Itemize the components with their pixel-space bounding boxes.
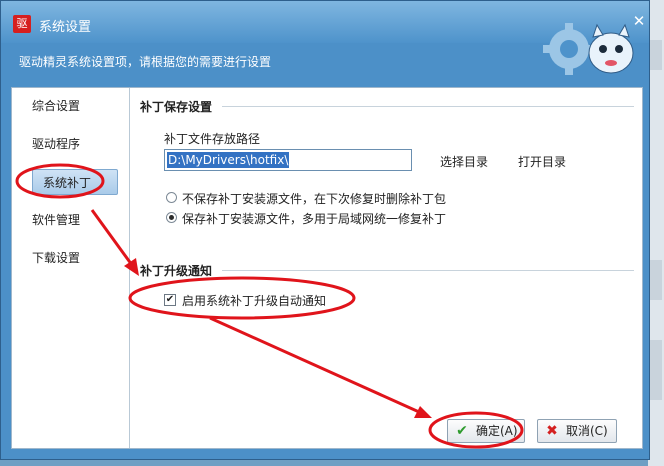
sidebar-item-software[interactable]: 软件管理 bbox=[32, 207, 122, 233]
path-label: 补丁文件存放路径 bbox=[164, 132, 261, 146]
sidebar-item-drivers[interactable]: 驱动程序 bbox=[32, 131, 122, 157]
notify-checkbox[interactable]: ✔ bbox=[164, 294, 176, 306]
radio-no-save[interactable] bbox=[166, 192, 177, 203]
sidebar-item-download[interactable]: 下载设置 bbox=[32, 245, 122, 271]
patch-path-value: D:\MyDrivers\hotfix\ bbox=[167, 152, 290, 168]
settings-sidebar: 综合设置 驱动程序 系统补丁 软件管理 下载设置 bbox=[12, 88, 130, 448]
notify-checkbox-label: 启用系统补丁升级自动通知 bbox=[182, 294, 327, 308]
section-divider bbox=[222, 106, 634, 107]
choose-directory-button[interactable]: 选择目录 bbox=[440, 153, 488, 170]
section-title-patch-save: 补丁保存设置 bbox=[140, 100, 213, 114]
desktop-background bbox=[648, 0, 664, 466]
desktop-block bbox=[650, 340, 662, 400]
cancel-button-label: 取消(C) bbox=[566, 424, 608, 438]
patch-path-field[interactable]: D:\MyDrivers\hotfix\ bbox=[164, 149, 412, 171]
radio-save[interactable] bbox=[166, 212, 177, 223]
cancel-button[interactable]: ✖ 取消(C) bbox=[537, 419, 617, 443]
ok-button[interactable]: ✔ 确定(A) bbox=[447, 419, 525, 443]
section-divider bbox=[222, 270, 634, 271]
mascot-gear-icon bbox=[543, 23, 634, 75]
sidebar-item-general[interactable]: 综合设置 bbox=[32, 93, 122, 119]
settings-dialog: 驱 系统设置 ✕ 驱动精灵系统设置项，请根据您的需要进行设置 综合设置 驱动程序… bbox=[0, 0, 650, 460]
close-icon: ✖ bbox=[546, 423, 558, 439]
radio-no-save-label: 不保存补丁安装源文件，在下次修复时删除补丁包 bbox=[182, 192, 447, 206]
app-icon: 驱 bbox=[13, 15, 31, 33]
check-icon: ✔ bbox=[456, 423, 468, 439]
window-title: 系统设置 bbox=[39, 20, 92, 35]
settings-panel: 综合设置 驱动程序 系统补丁 软件管理 下载设置 补丁保存设置 补丁文件存放路径… bbox=[11, 87, 643, 449]
open-directory-button[interactable]: 打开目录 bbox=[518, 153, 566, 170]
desktop-block bbox=[650, 260, 662, 300]
desktop-block bbox=[650, 40, 662, 70]
window-subtitle: 驱动精灵系统设置项，请根据您的需要进行设置 bbox=[19, 55, 272, 69]
sidebar-item-system-patch[interactable]: 系统补丁 bbox=[32, 169, 118, 195]
ok-button-label: 确定(A) bbox=[476, 424, 518, 438]
radio-save-label: 保存补丁安装源文件，多用于局域网统一修复补丁 bbox=[182, 212, 447, 226]
section-title-patch-notify: 补丁升级通知 bbox=[140, 264, 213, 278]
